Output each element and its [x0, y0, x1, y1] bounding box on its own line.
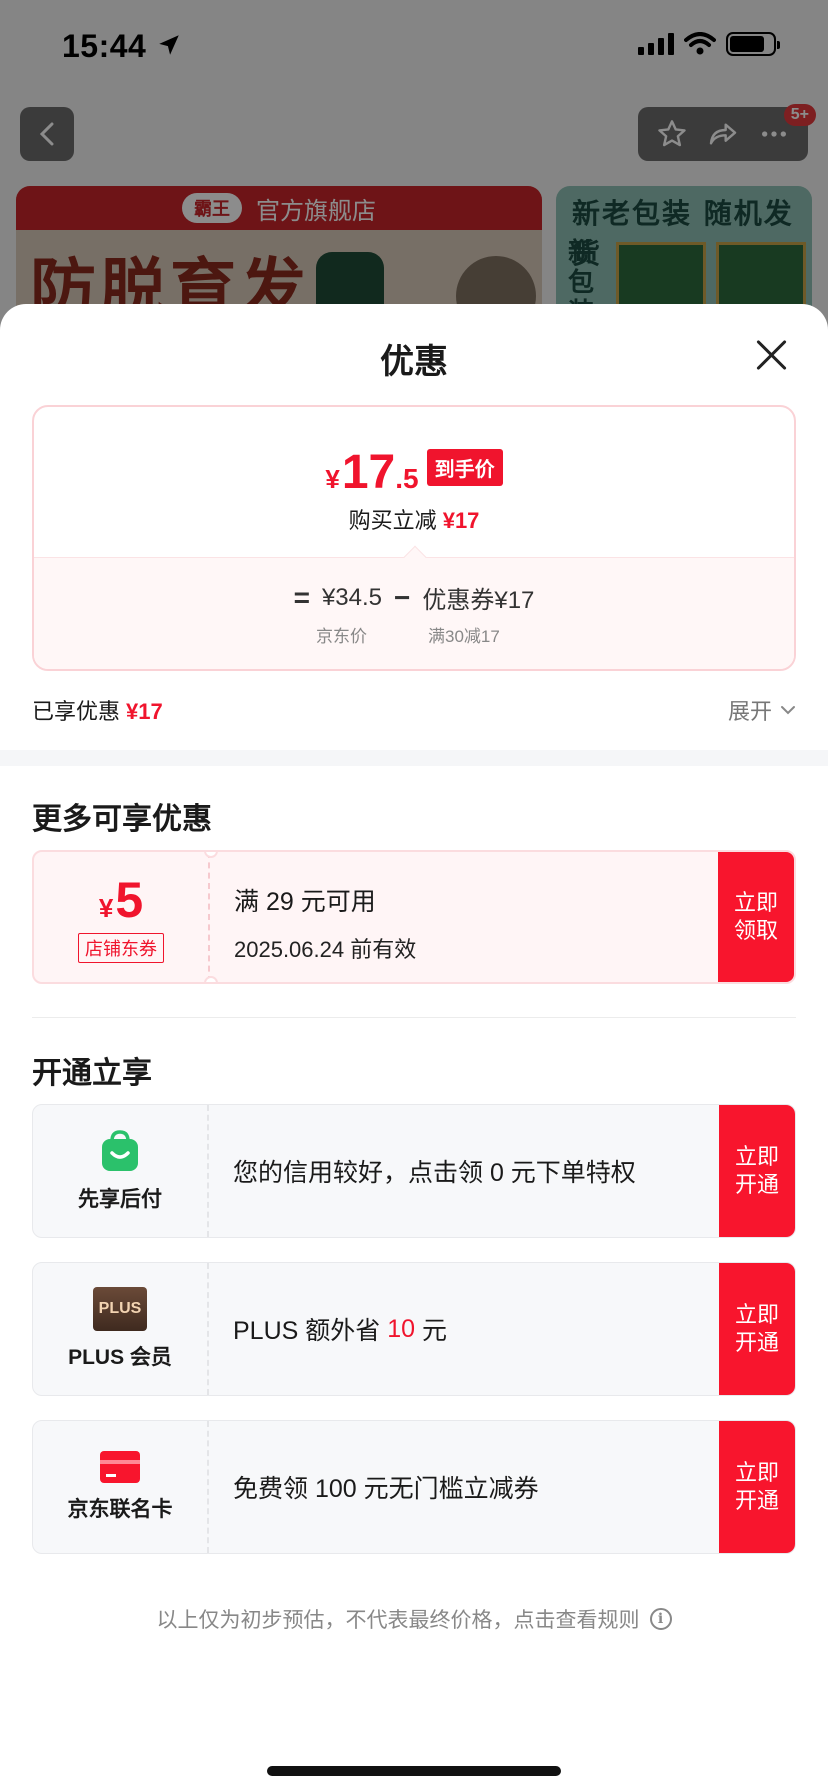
- price-decimal: .5: [395, 463, 419, 494]
- perk-name: PLUS 会员: [68, 1346, 172, 1369]
- expand-label: 展开: [727, 699, 772, 724]
- estimate-disclaimer[interactable]: 以上仅为初步预估，不代表最终价格，点击查看规则 i: [0, 1604, 828, 1634]
- perk-pay-later: 先享后付 您的信用较好，点击领 0 元下单特权 立即开通: [32, 1104, 796, 1238]
- home-indicator: [267, 1766, 561, 1776]
- minus-sign: −: [394, 581, 411, 613]
- coupon-rule-label: 满30减17: [428, 627, 500, 646]
- activate-plus-button[interactable]: 立即开通: [719, 1263, 795, 1395]
- coupon-condition: 满 29 元可用: [234, 888, 376, 916]
- sheet-title: 优惠: [380, 343, 448, 381]
- price-breakdown-card: ¥ 17 .5 到手价 购买立减 ¥17 = ¥34.5 − 优惠券¥17 京东…: [32, 405, 796, 671]
- credit-card-icon: [100, 1451, 140, 1483]
- discount-sheet: 优惠 ¥ 17 .5 到手价 购买立减 ¥17 = ¥34.5 − 优惠券¥17…: [0, 304, 828, 1792]
- coupon-notch-top: [204, 852, 218, 858]
- more-discounts-title: 更多可享优惠: [32, 803, 212, 836]
- store-coupon: ¥ 5 店铺东券 满 29 元可用 2025.06.24 前有效 立即领取: [32, 850, 796, 984]
- price-calculation: = ¥34.5 − 优惠券¥17 京东价 满30减17: [34, 545, 794, 669]
- coupon-amount: 5: [115, 872, 144, 928]
- jd-price-label: 京东价: [316, 627, 367, 646]
- disclaimer-text: 以上仅为初步预估，不代表最终价格，点击查看规则: [156, 1609, 640, 1632]
- coupon-currency: ¥: [98, 893, 114, 923]
- shopping-bag-icon: [102, 1130, 138, 1171]
- perk-name: 京东联名卡: [67, 1498, 173, 1521]
- perk-cobranded-card: 京东联名卡 免费领 100 元无门槛立减券 立即开通: [32, 1420, 796, 1554]
- modal-overlay[interactable]: [0, 0, 828, 340]
- reduction-label: 购买立减: [348, 508, 437, 533]
- section-divider: [0, 750, 828, 766]
- equals-sign: =: [293, 581, 310, 613]
- coupon-deduction-value: 优惠券¥17: [422, 587, 535, 614]
- enjoyed-label: 已享优惠: [32, 699, 121, 724]
- expand-toggle[interactable]: 展开: [728, 694, 796, 726]
- price-integer: 17: [341, 446, 396, 499]
- perk-plus-member: PLUS PLUS 会员 PLUS 额外省 10 元 立即开通: [32, 1262, 796, 1396]
- activate-card-button[interactable]: 立即开通: [719, 1421, 795, 1553]
- jd-price-value: ¥34.5: [321, 583, 382, 611]
- instant-reduction: 购买立减 ¥17: [34, 503, 794, 535]
- perk-desc-highlight: 10: [387, 1314, 416, 1343]
- plus-logo-icon: PLUS: [93, 1287, 147, 1331]
- perk-description: PLUS 额外省 10 元: [233, 1263, 447, 1395]
- enjoyed-amount: ¥17: [126, 699, 163, 724]
- chevron-down-icon: [781, 706, 795, 715]
- coupon-type-label: 店铺东券: [78, 933, 164, 963]
- perk-description: 免费领 100 元无门槛立减券: [233, 1475, 539, 1503]
- perk-name: 先享后付: [78, 1188, 162, 1211]
- coupon-validity: 2025.06.24 前有效: [234, 937, 417, 962]
- perk-description: 您的信用较好，点击领 0 元下单特权: [233, 1159, 636, 1187]
- coupon-notch-bottom: [204, 976, 218, 982]
- currency-symbol: ¥: [325, 464, 340, 494]
- enjoyed-discount: 已享优惠 ¥17: [32, 694, 163, 726]
- final-price: ¥ 17 .5 到手价: [34, 445, 794, 500]
- claim-coupon-button[interactable]: 立即领取: [718, 852, 794, 982]
- reduction-amount: ¥17: [442, 508, 480, 533]
- activate-section-title: 开通立享: [32, 1057, 152, 1090]
- activate-pay-later-button[interactable]: 立即开通: [719, 1105, 795, 1237]
- separator-line: [32, 1017, 796, 1018]
- coupon-value-area: ¥ 5 店铺东券: [34, 852, 210, 982]
- close-button[interactable]: [754, 338, 788, 372]
- perk-desc-suffix: 元: [415, 1317, 447, 1345]
- info-icon[interactable]: i: [649, 1608, 672, 1630]
- final-price-tag: 到手价: [426, 449, 503, 486]
- perk-desc-prefix: PLUS 额外省: [233, 1317, 388, 1345]
